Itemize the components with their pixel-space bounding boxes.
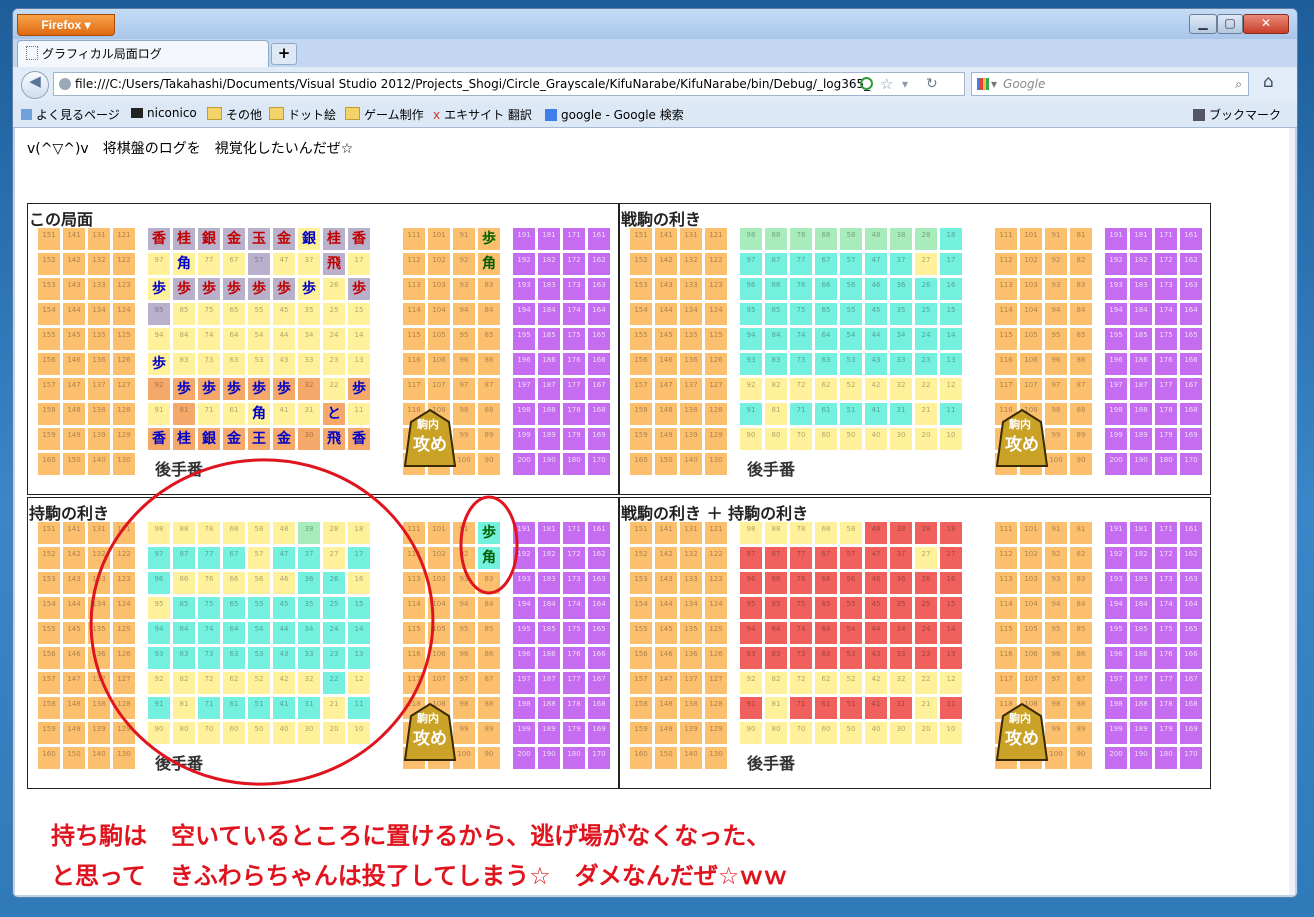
- folder-icon: [207, 107, 222, 120]
- maximize-button[interactable]: ▢: [1217, 14, 1243, 34]
- search-box[interactable]: ▾ Google ⌕: [971, 72, 1249, 96]
- message-line-1: 持ち駒は 空いているところに置けるから、逃げ場がなくなった、: [51, 822, 771, 850]
- navigation-bar: ◀ file:///C:/Users/Takahashi/Documents/V…: [13, 67, 1297, 101]
- url-text: file:///C:/Users/Takahashi/Documents/Vis…: [75, 77, 871, 91]
- bookmarks-menu[interactable]: ブックマーク: [1193, 106, 1281, 123]
- magnifier-icon[interactable]: ⌕: [1235, 73, 1242, 95]
- annotation-circle-large: [89, 458, 435, 786]
- dropdown-icon[interactable]: ▾: [902, 73, 908, 95]
- search-placeholder: Google: [1003, 77, 1046, 91]
- excite-icon: ⅹ: [433, 108, 441, 122]
- google-icon: [545, 109, 557, 121]
- tv-icon: [131, 108, 143, 118]
- new-tab-button[interactable]: +: [271, 43, 297, 65]
- google-icon: [977, 78, 989, 90]
- annotation-circle-small: [459, 495, 519, 595]
- close-window-button[interactable]: ✕: [1243, 14, 1289, 34]
- bookmarks-toolbar: よく見るページ niconico その他 ドット絵 ゲーム制作 ⅹ エキサイト 翻…: [13, 101, 1297, 128]
- url-bar[interactable]: file:///C:/Users/Takahashi/Documents/Vis…: [53, 72, 965, 96]
- bookmark-most-visited[interactable]: よく見るページ: [21, 106, 120, 123]
- bookmark-niconico[interactable]: niconico: [131, 106, 197, 120]
- title-bar: Firefox ▾ ▁ ▢ ✕: [13, 9, 1297, 39]
- page-icon: [26, 46, 38, 60]
- folder-icon: [345, 107, 360, 120]
- folder-icon: [269, 107, 284, 120]
- firefox-menu-button[interactable]: Firefox ▾: [17, 14, 115, 36]
- annotation-layer: [89, 458, 519, 786]
- bookmark-folder-other[interactable]: その他: [207, 106, 262, 123]
- browser-window: Firefox ▾ ▁ ▢ ✕ グラフィカル局面ログ + ◀ file:///C…: [12, 8, 1298, 898]
- bookmark-excite[interactable]: ⅹ エキサイト 翻訳: [433, 106, 532, 123]
- minimize-button[interactable]: ▁: [1189, 14, 1217, 34]
- back-arrow-icon[interactable]: ◀: [21, 71, 49, 99]
- globe-icon: [59, 78, 71, 90]
- scrollbar[interactable]: [1289, 128, 1295, 895]
- page-content: v(^▽^)v 将棋盤のログを 視覚化したいんだぜ☆ この局面 151 141 131…: [15, 128, 1295, 895]
- bookmark-star-icon: [1193, 109, 1205, 121]
- tab-title: グラフィカル局面ログ: [42, 47, 162, 61]
- bookmark-google[interactable]: google - Google 検索: [545, 106, 684, 123]
- bookmark-icon: [21, 109, 32, 120]
- verified-icon: [860, 77, 873, 90]
- reload-icon[interactable]: ↻: [926, 73, 938, 95]
- tab-bar: グラフィカル局面ログ +: [13, 39, 1297, 67]
- bookmark-folder-game[interactable]: ゲーム制作: [345, 106, 424, 123]
- bookmark-folder-dot[interactable]: ドット絵: [269, 106, 336, 123]
- star-icon[interactable]: ☆: [880, 73, 893, 95]
- desktop: { "browser": { "menu_label": "Firefox ▾"…: [0, 0, 1314, 917]
- tab-graphical-log[interactable]: グラフィカル局面ログ: [17, 40, 269, 67]
- message-line-2: と思って きふわらちゃんは投了してしまう☆ ダメなんだぜ☆ｗｗ: [51, 862, 788, 890]
- home-icon[interactable]: ⌂: [1263, 72, 1274, 92]
